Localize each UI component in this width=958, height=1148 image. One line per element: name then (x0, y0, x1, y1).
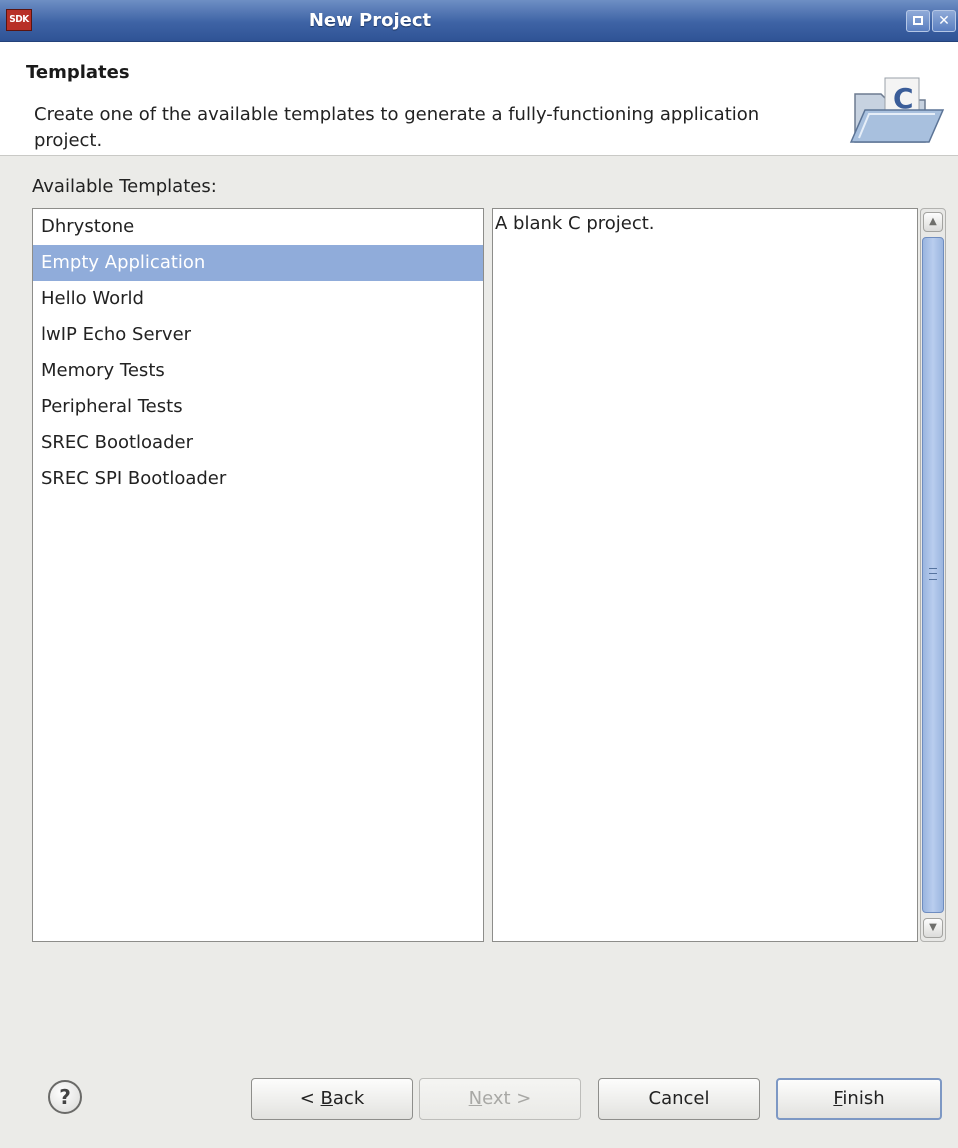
template-item-hello-world[interactable]: Hello World (33, 281, 483, 317)
template-item-lwip-echo-server[interactable]: lwIP Echo Server (33, 317, 483, 353)
next-button[interactable]: Next > (419, 1078, 581, 1120)
template-item-srec-bootloader[interactable]: SREC Bootloader (33, 425, 483, 461)
scroll-up-button[interactable]: ▲ (923, 212, 943, 232)
scroll-grip-icon (929, 568, 937, 580)
finish-button[interactable]: Finish (776, 1078, 942, 1120)
next-label-mnemonic: N (468, 1088, 483, 1109)
template-item-empty-application[interactable]: Empty Application (33, 245, 483, 281)
help-icon: ? (59, 1085, 71, 1109)
template-description-pane: A blank C project. (492, 208, 918, 942)
scroll-down-button[interactable]: ▼ (923, 918, 943, 938)
cancel-button[interactable]: Cancel (598, 1078, 760, 1120)
new-project-dialog: SDK New Project ✕ Templates Create one o… (0, 0, 958, 1148)
page-title: Templates (26, 62, 130, 83)
wizard-header: Templates Create one of the available te… (0, 42, 958, 156)
template-item-srec-spi-bootloader[interactable]: SREC SPI Bootloader (33, 461, 483, 497)
back-label-pre: < (299, 1088, 321, 1109)
template-description-text: A blank C project. (495, 213, 655, 234)
maximize-button[interactable] (906, 10, 930, 32)
description-scrollbar[interactable]: ▲ ▼ (920, 208, 946, 942)
back-label-mnemonic: B (320, 1088, 333, 1109)
template-item-peripheral-tests[interactable]: Peripheral Tests (33, 389, 483, 425)
close-icon: ✕ (938, 13, 950, 29)
back-label-post: ack (332, 1088, 365, 1109)
template-item-dhrystone[interactable]: Dhrystone (33, 209, 483, 245)
scroll-thumb[interactable] (922, 237, 944, 913)
back-button[interactable]: < Back (251, 1078, 413, 1120)
new-c-project-folder-icon: C (849, 77, 945, 143)
window-title: New Project (308, 10, 432, 31)
available-templates-label: Available Templates: (32, 176, 217, 197)
help-button[interactable]: ? (48, 1080, 82, 1114)
finish-label-post: inish (842, 1088, 885, 1109)
maximize-icon (913, 16, 923, 25)
page-description: Create one of the available templates to… (34, 104, 760, 151)
template-item-memory-tests[interactable]: Memory Tests (33, 353, 483, 389)
next-label-post: ext > (482, 1088, 532, 1109)
title-bar[interactable]: SDK New Project ✕ (0, 0, 958, 42)
templates-list[interactable]: Dhrystone Empty Application Hello World … (32, 208, 484, 942)
close-button[interactable]: ✕ (932, 10, 956, 32)
